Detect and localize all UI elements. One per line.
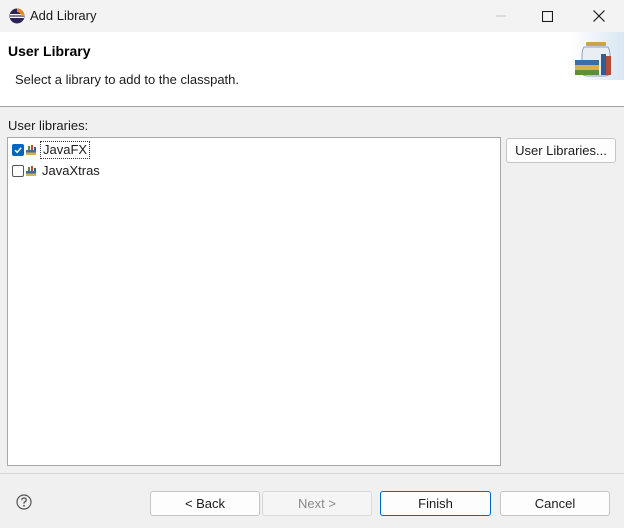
- back-button[interactable]: < Back: [150, 491, 260, 516]
- help-icon[interactable]: [16, 494, 32, 510]
- page-description: Select a library to add to the classpath…: [15, 72, 240, 87]
- maximize-button[interactable]: [524, 0, 570, 32]
- checkmark-icon: [14, 147, 22, 154]
- library-checkbox[interactable]: [12, 165, 24, 177]
- list-item[interactable]: JavaFX: [10, 140, 498, 160]
- page-title: User Library: [8, 43, 91, 59]
- user-libraries-label: User libraries:: [8, 118, 89, 133]
- library-jar-icon: [570, 32, 624, 80]
- footer-divider: [0, 473, 624, 474]
- user-libraries-list[interactable]: JavaFX JavaXtras: [7, 137, 501, 466]
- library-checkbox[interactable]: [12, 144, 24, 156]
- cancel-button[interactable]: Cancel: [500, 491, 610, 516]
- window-title: Add Library: [30, 8, 97, 23]
- list-item[interactable]: JavaXtras: [10, 161, 498, 181]
- close-button[interactable]: [576, 0, 622, 32]
- title-bar: Add Library: [0, 0, 624, 32]
- eclipse-icon: [9, 8, 25, 24]
- library-icon: [26, 145, 36, 155]
- maximize-icon: [541, 10, 553, 22]
- dialog-header: User Library Select a library to add to …: [0, 32, 624, 106]
- user-libraries-button[interactable]: User Libraries...: [506, 138, 616, 163]
- minimize-button[interactable]: [478, 0, 524, 32]
- library-label: JavaFX: [40, 141, 91, 159]
- minimize-icon: [496, 15, 506, 17]
- next-button[interactable]: Next >: [262, 491, 372, 516]
- close-icon: [593, 10, 605, 22]
- header-divider: [0, 106, 624, 107]
- library-label: JavaXtras: [42, 163, 100, 178]
- library-icon: [26, 166, 36, 176]
- finish-button[interactable]: Finish: [380, 491, 491, 516]
